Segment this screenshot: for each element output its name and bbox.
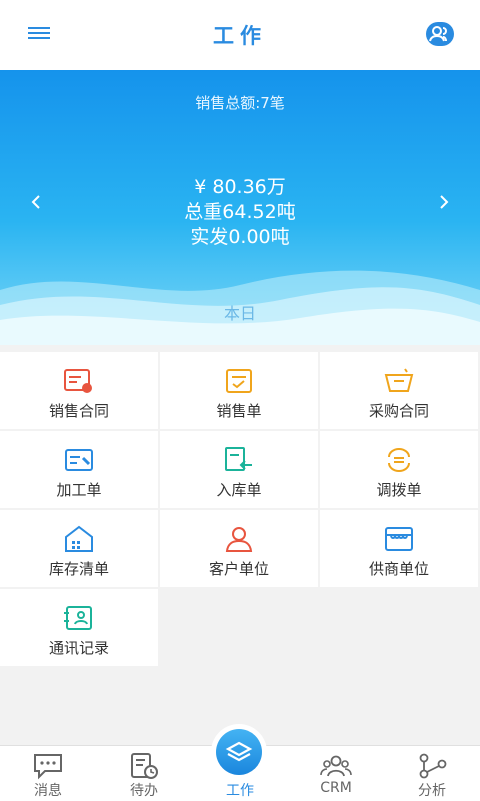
- grid-item-label: 入库单: [216, 481, 262, 499]
- grid-item-label: 销售单: [216, 402, 262, 420]
- customer-icon: [225, 527, 253, 552]
- tab-label: 待办: [130, 783, 158, 799]
- contacts-icon: [64, 606, 92, 630]
- grid-item-processing-order[interactable]: 加工单: [0, 431, 158, 508]
- top-bar: 工作: [0, 0, 480, 71]
- shipped-weight: 实发0.00吨: [190, 226, 290, 248]
- total-weight: 总重64.52吨: [184, 201, 296, 223]
- purchase-contract-icon: [384, 368, 414, 392]
- message-icon: [34, 754, 62, 780]
- grid-item-label: 供商单位: [368, 560, 429, 578]
- grid-item-label: 采购合同: [368, 402, 429, 420]
- sales-amount: ¥ 80.36万: [194, 176, 286, 198]
- grid-item-inventory[interactable]: 库存清单: [0, 510, 158, 587]
- grid-item-purchase-contract[interactable]: 采购合同: [320, 352, 478, 429]
- crm-icon: [320, 755, 352, 777]
- grid-item-transfer-order[interactable]: 调拨单: [320, 431, 478, 508]
- supplier-icon: [385, 527, 413, 551]
- grid-item-supplier[interactable]: 供商单位: [320, 510, 478, 587]
- tab-label: CRM: [320, 780, 352, 796]
- user-icon[interactable]: [426, 22, 454, 46]
- tab-label: 消息: [34, 783, 62, 799]
- period-label: 本日: [223, 304, 256, 323]
- grid-item-sales-order[interactable]: 销售单: [160, 352, 318, 429]
- sales-contract-icon: [64, 369, 92, 393]
- analysis-icon: [419, 753, 447, 779]
- grid-item-label: 销售合同: [48, 402, 109, 420]
- grid-item-sales-contract[interactable]: 销售合同: [0, 352, 158, 429]
- work-icon: [216, 729, 262, 775]
- processing-order-icon: [65, 449, 93, 471]
- next-arrow-icon[interactable]: [436, 194, 452, 210]
- tab-analysis[interactable]: 分析: [384, 746, 480, 801]
- tab-label: 工作: [226, 783, 254, 799]
- grid-item-customer[interactable]: 客户单位: [160, 510, 318, 587]
- tab-crm[interactable]: CRM: [288, 746, 384, 801]
- sales-banner[interactable]: 销售总额:7笔 ¥ 80.36万 总重64.52吨 实发0.00吨 本日: [0, 70, 480, 345]
- grid-item-label: 通讯记录: [48, 639, 109, 657]
- sales-order-icon: [226, 369, 252, 393]
- tab-message[interactable]: 消息: [0, 746, 96, 801]
- warehouse-in-icon: [225, 447, 252, 471]
- tab-label: 分析: [418, 783, 446, 799]
- prev-arrow-icon[interactable]: [28, 194, 44, 210]
- page-title: 工作: [213, 24, 267, 48]
- work-center-button[interactable]: [211, 724, 267, 780]
- tab-todo[interactable]: 待办: [96, 746, 192, 801]
- grid-item-label: 加工单: [56, 481, 102, 499]
- grid-item-label: 调拨单: [376, 481, 422, 499]
- sales-summary: 销售总额:7笔: [195, 94, 285, 112]
- grid-item-warehouse-in[interactable]: 入库单: [160, 431, 318, 508]
- grid-item-contacts[interactable]: 通讯记录: [0, 589, 158, 666]
- todo-icon: [131, 753, 158, 779]
- transfer-order-icon: [388, 448, 410, 472]
- inventory-icon: [65, 525, 93, 552]
- grid-item-label: 库存清单: [48, 560, 109, 578]
- grid-item-label: 客户单位: [208, 560, 269, 578]
